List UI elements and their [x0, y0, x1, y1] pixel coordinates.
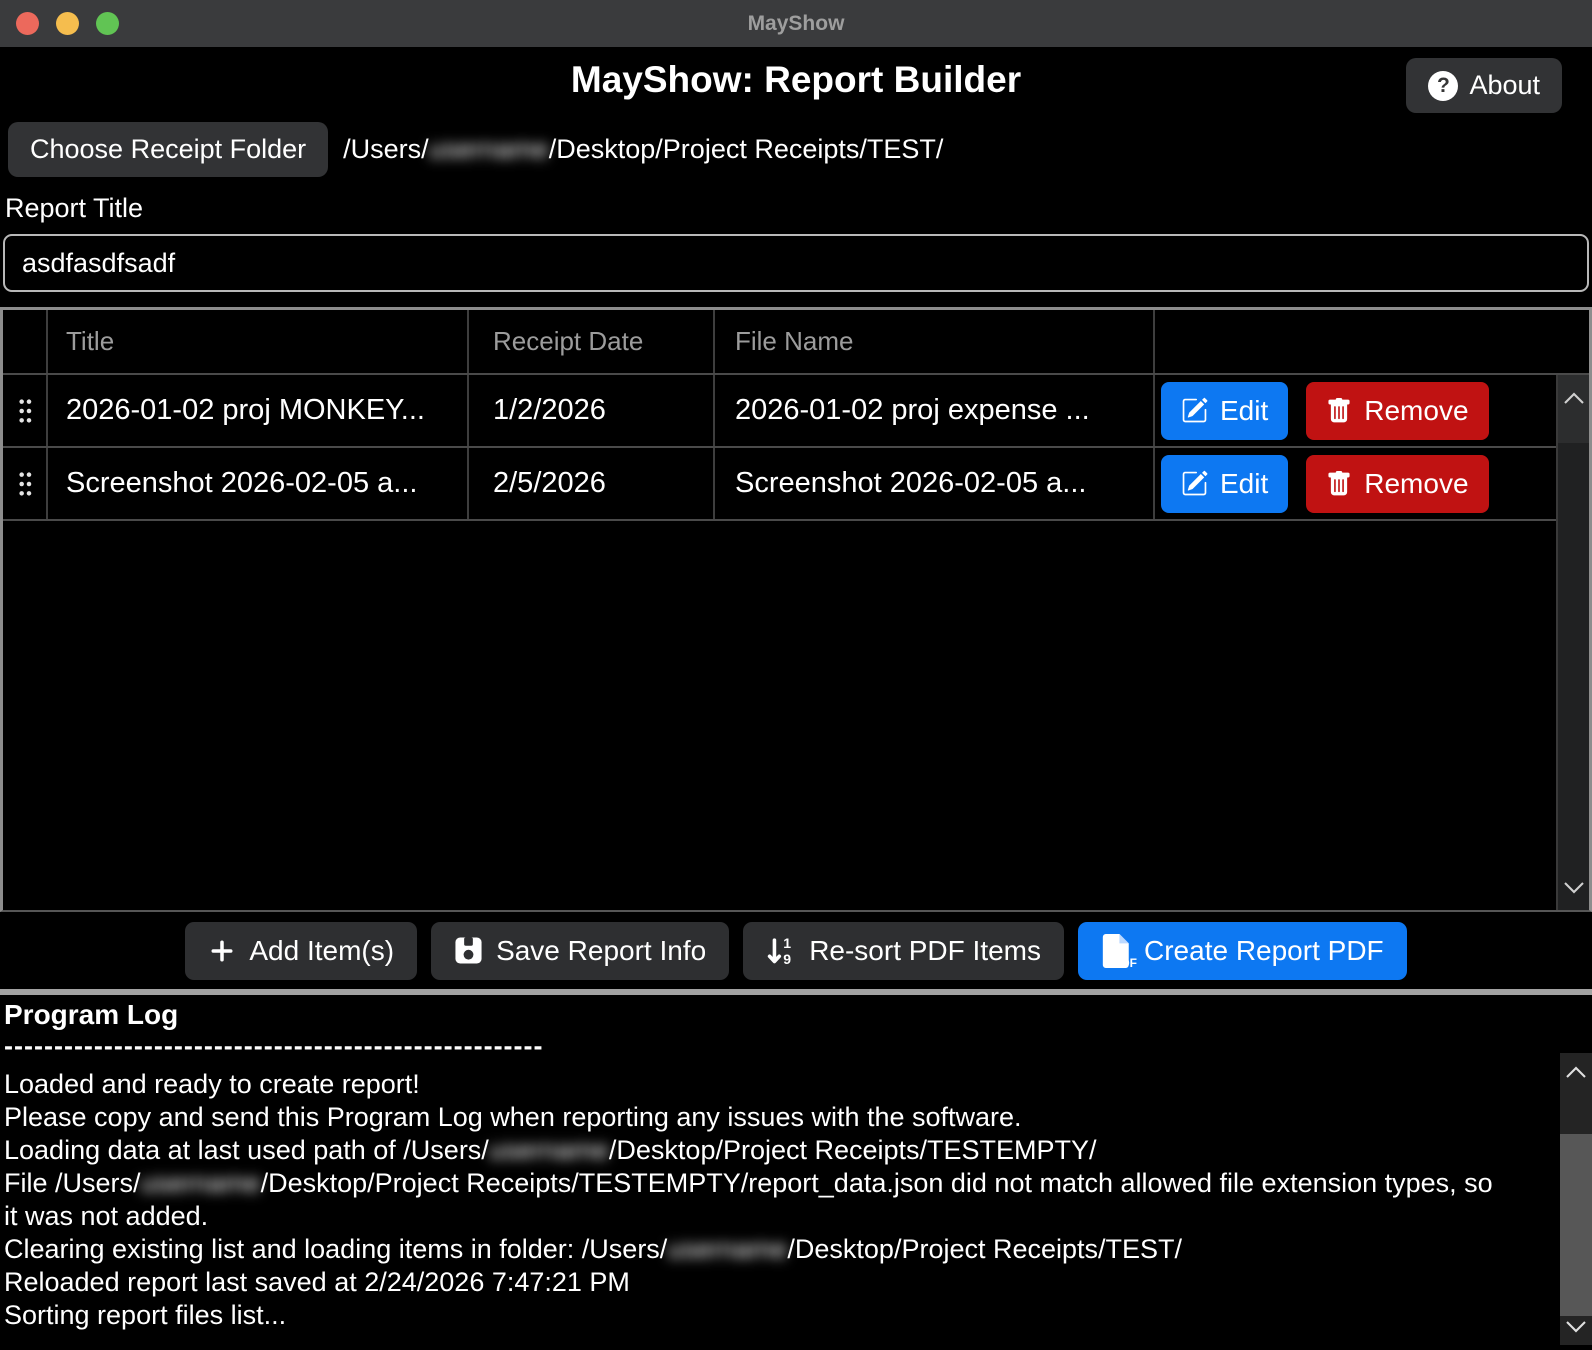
edit-button[interactable]: Edit — [1161, 382, 1288, 440]
receipt-folder-path: /Users/username/Desktop/Project Receipts… — [343, 134, 943, 165]
folder-row: Choose Receipt Folder /Users/username/De… — [8, 122, 1592, 177]
cell-title: Screenshot 2026-02-05 a... — [48, 448, 469, 519]
drag-handle-dots-icon — [17, 470, 33, 498]
resort-pdf-items-label: Re-sort PDF Items — [809, 935, 1041, 967]
create-report-pdf-button[interactable]: PDF Create Report PDF — [1078, 922, 1407, 980]
column-header-actions — [1155, 310, 1589, 373]
cell-title: 2026-01-02 proj MONKEY... — [48, 375, 469, 446]
cell-actions: Edit Remove — [1155, 375, 1556, 446]
chevron-down-icon[interactable] — [1560, 1311, 1592, 1341]
page-title: MayShow: Report Builder — [571, 59, 1021, 101]
trash-icon — [1326, 470, 1352, 498]
add-items-button[interactable]: Add Item(s) — [185, 922, 417, 980]
chevron-up-icon[interactable] — [1558, 383, 1589, 413]
log-line: Please copy and send this Program Log wh… — [4, 1101, 1504, 1134]
minimize-button[interactable] — [56, 12, 79, 35]
edit-button-label: Edit — [1220, 395, 1268, 427]
log-line: Reloaded report last saved at 2/24/2026 … — [4, 1266, 1504, 1299]
floppy-disk-icon — [454, 936, 483, 965]
cell-receipt-date: 2/5/2026 — [469, 448, 715, 519]
table-row: Screenshot 2026-02-05 a... 2/5/2026 Scre… — [3, 448, 1556, 521]
column-header-title: Title — [48, 310, 469, 373]
table-row: 2026-01-02 proj MONKEY... 1/2/2026 2026-… — [3, 375, 1556, 448]
log-scrollbar-thumb[interactable] — [1560, 1134, 1592, 1316]
column-header-receipt-date: Receipt Date — [469, 310, 715, 373]
plus-icon — [208, 937, 236, 965]
column-header-file-name: File Name — [715, 310, 1155, 373]
remove-button-label: Remove — [1364, 395, 1468, 427]
path-redacted-username: username — [429, 134, 549, 164]
program-log-lines: Loaded and ready to create report! Pleas… — [4, 1068, 1504, 1332]
log-line: Sorting report files list... — [4, 1299, 1504, 1332]
sort-numeric-down-icon: 1 9 — [766, 936, 796, 966]
log-line: Clearing existing list and loading items… — [4, 1233, 1504, 1266]
path-prefix: /Users/ — [343, 134, 429, 164]
cell-actions: Edit Remove — [1155, 448, 1556, 519]
program-log-separator: ----------------------------------------… — [4, 1031, 1592, 1062]
chevron-up-icon[interactable] — [1560, 1057, 1592, 1087]
svg-text:1: 1 — [783, 936, 791, 951]
program-log-section: Program Log ----------------------------… — [0, 995, 1592, 1345]
edit-button-label: Edit — [1220, 468, 1268, 500]
pencil-square-icon — [1181, 397, 1208, 424]
trash-icon — [1326, 397, 1352, 425]
svg-text:9: 9 — [783, 951, 791, 966]
choose-receipt-folder-button[interactable]: Choose Receipt Folder — [8, 122, 328, 177]
window-titlebar: MayShow — [0, 0, 1592, 47]
question-circle-icon: ? — [1428, 71, 1458, 101]
cell-file-name: 2026-01-02 proj expense ... — [715, 375, 1155, 446]
toolbar: Add Item(s) Save Report Info 1 9 Re-sort… — [0, 912, 1592, 989]
report-title-label: Report Title — [5, 193, 1592, 224]
resort-pdf-items-button[interactable]: 1 9 Re-sort PDF Items — [743, 922, 1064, 980]
remove-button-label: Remove — [1364, 468, 1468, 500]
traffic-lights — [16, 0, 119, 47]
log-line: Loaded and ready to create report! — [4, 1068, 1504, 1101]
program-log-title: Program Log — [4, 999, 1592, 1031]
log-scrollbar[interactable] — [1560, 1053, 1592, 1345]
edit-button[interactable]: Edit — [1161, 455, 1288, 513]
app-header: MayShow: Report Builder ? About — [0, 47, 1592, 113]
pencil-square-icon — [1181, 470, 1208, 497]
pdf-file-icon: PDF — [1101, 934, 1131, 968]
save-report-info-label: Save Report Info — [496, 935, 706, 967]
table-scrollbar[interactable] — [1556, 375, 1589, 910]
about-button-label: About — [1469, 70, 1540, 101]
about-button[interactable]: ? About — [1406, 58, 1562, 113]
zoom-button[interactable] — [96, 12, 119, 35]
report-title-input[interactable] — [3, 234, 1589, 292]
remove-button[interactable]: Remove — [1306, 455, 1488, 513]
row-drag-handle[interactable] — [3, 375, 48, 446]
add-items-label: Add Item(s) — [249, 935, 394, 967]
report-items-table: Title Receipt Date File Name 2026-01-02 … — [0, 307, 1592, 912]
chevron-down-icon[interactable] — [1558, 872, 1589, 902]
log-line: File /Users/username/Desktop/Project Rec… — [4, 1167, 1504, 1233]
close-button[interactable] — [16, 12, 39, 35]
drag-handle-dots-icon — [17, 397, 33, 425]
log-line: Loading data at last used path of /Users… — [4, 1134, 1504, 1167]
window-title: MayShow — [748, 12, 845, 36]
save-report-info-button[interactable]: Save Report Info — [431, 922, 729, 980]
remove-button[interactable]: Remove — [1306, 382, 1488, 440]
cell-receipt-date: 1/2/2026 — [469, 375, 715, 446]
table-header-row: Title Receipt Date File Name — [3, 310, 1589, 375]
cell-file-name: Screenshot 2026-02-05 a... — [715, 448, 1155, 519]
pdf-icon-label: PDF — [1113, 956, 1137, 970]
row-drag-handle[interactable] — [3, 448, 48, 519]
create-report-pdf-label: Create Report PDF — [1144, 935, 1384, 967]
path-suffix: /Desktop/Project Receipts/TEST/ — [549, 134, 944, 164]
drag-handle-header-cell — [3, 310, 48, 373]
